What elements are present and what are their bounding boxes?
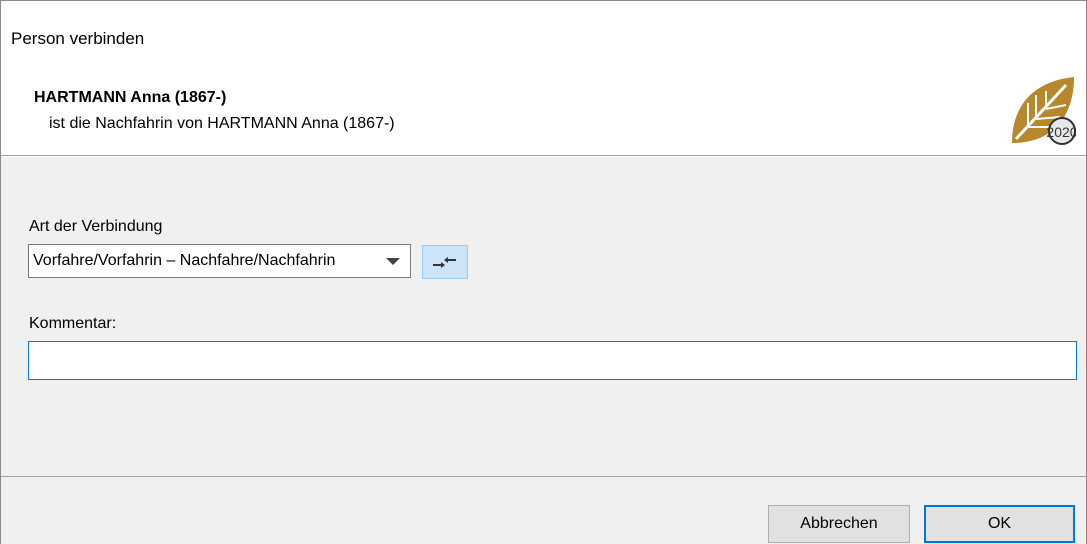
connection-type-dropdown[interactable]: Vorfahre/Vorfahrin – Nachfahre/Nachfahri…: [28, 244, 411, 278]
comment-label: Kommentar:: [29, 315, 117, 332]
dialog-header: HARTMANN Anna (1867-) ist die Nachfahrin…: [1, 73, 1086, 156]
window-title: Person verbinden: [11, 29, 145, 48]
logo-text: 2020: [1046, 124, 1076, 140]
dialog-footer: Abbrechen OK: [1, 476, 1086, 544]
title-bar: Person verbinden: [1, 1, 1086, 73]
person-name: HARTMANN Anna (1867-): [34, 89, 227, 106]
dialog-body: Art der Verbindung Vorfahre/Vorfahrin – …: [1, 157, 1086, 476]
comment-input[interactable]: [28, 341, 1077, 380]
relationship-description: ist die Nachfahrin von HARTMANN Anna (18…: [49, 115, 395, 132]
connection-type-value: Vorfahre/Vorfahrin – Nachfahre/Nachfahri…: [33, 252, 336, 269]
leaf-2020-logo-icon: 2020: [1006, 73, 1078, 155]
ok-button[interactable]: OK: [924, 505, 1075, 543]
cancel-button[interactable]: Abbrechen: [768, 505, 910, 543]
dialog-window: Person verbinden HARTMANN Anna (1867-) i…: [0, 0, 1087, 544]
swap-arrows-icon: [433, 257, 456, 268]
connection-type-label: Art der Verbindung: [29, 218, 163, 235]
chevron-down-icon: [386, 258, 400, 265]
swap-direction-button[interactable]: [422, 245, 468, 279]
